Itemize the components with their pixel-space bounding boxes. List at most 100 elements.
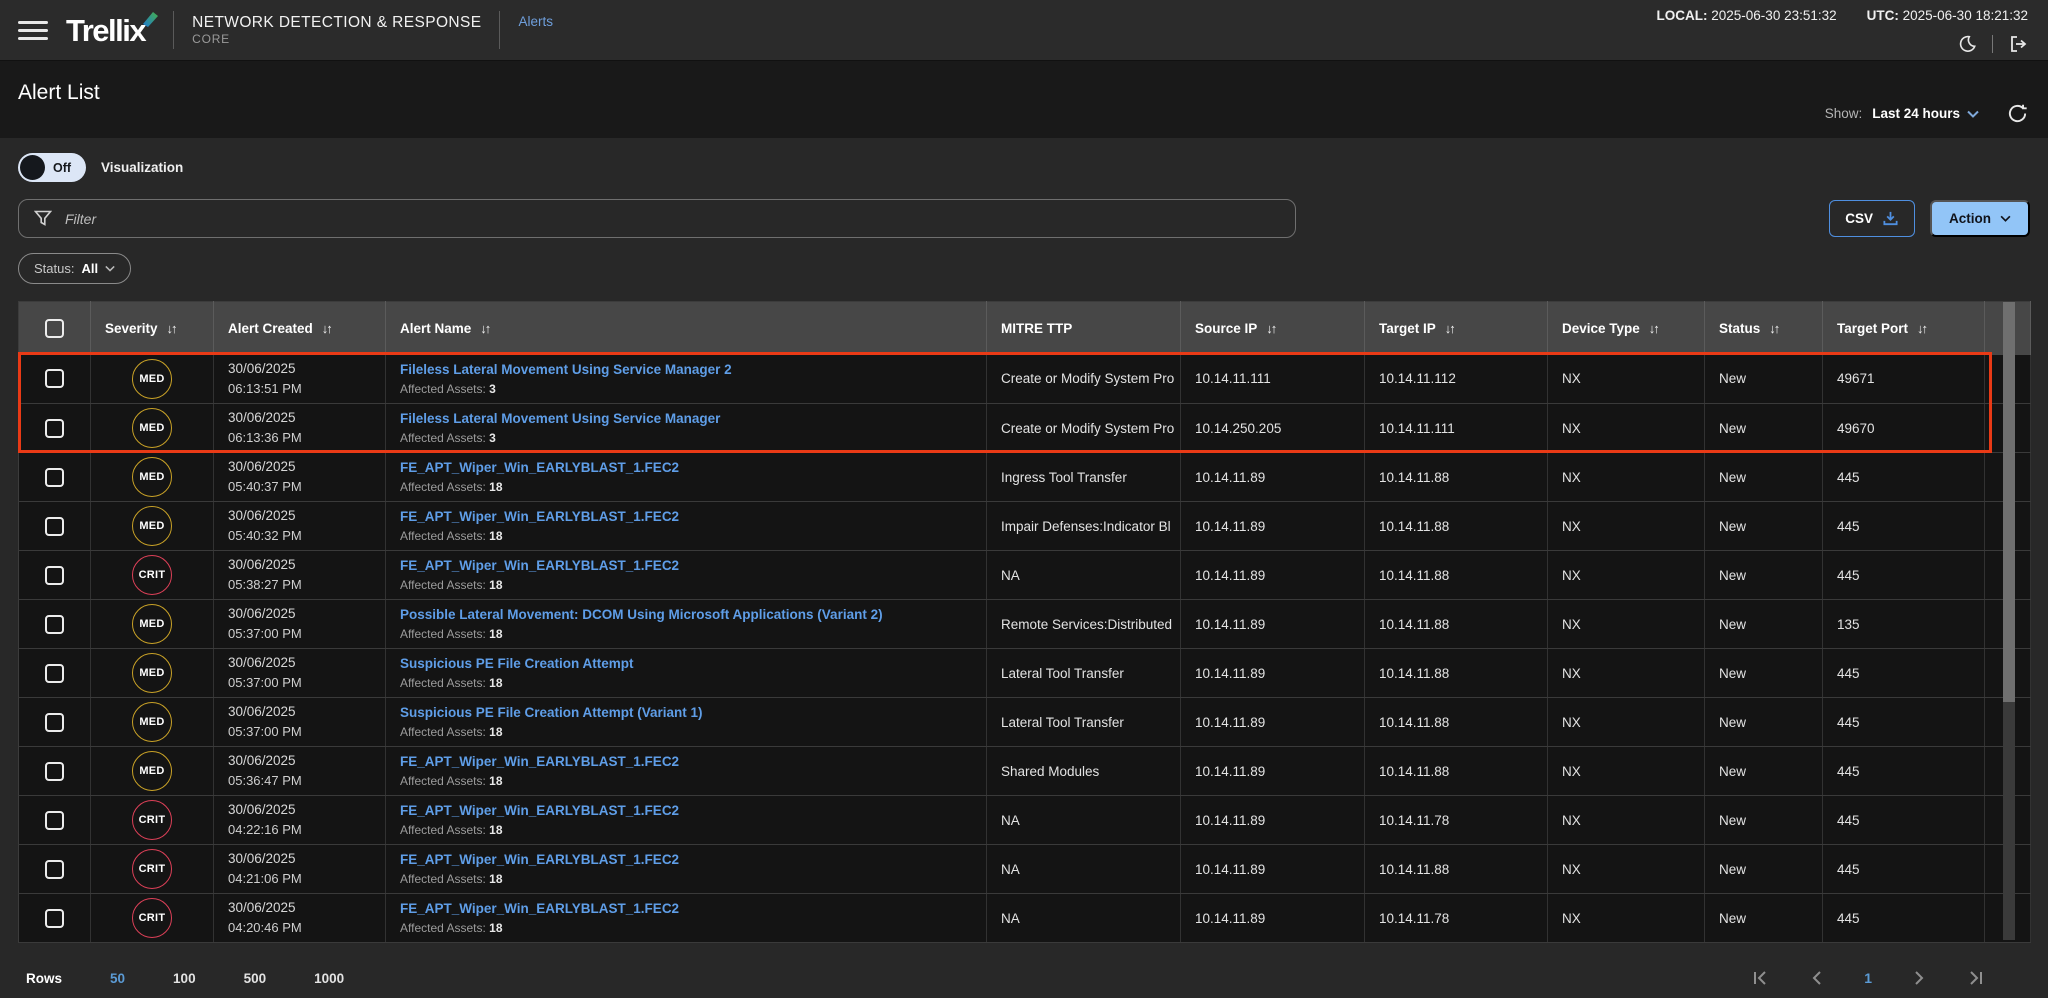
column-label: Alert Created bbox=[228, 321, 313, 336]
table-row[interactable]: MED 30/06/2025 05:40:32 PM FE_APT_Wiper_… bbox=[19, 502, 2031, 551]
alert-name-link[interactable]: FE_APT_Wiper_Win_EARLYBLAST_1.FEC2 bbox=[400, 754, 972, 769]
row-checkbox[interactable] bbox=[45, 762, 64, 781]
refresh-icon[interactable] bbox=[2007, 103, 2028, 124]
table-row[interactable]: CRIT 30/06/2025 04:20:46 PM FE_APT_Wiper… bbox=[19, 894, 2031, 943]
column-header-severity[interactable]: Severity↓↑ bbox=[91, 302, 214, 355]
alert-name-link[interactable]: FE_APT_Wiper_Win_EARLYBLAST_1.FEC2 bbox=[400, 803, 972, 818]
source-ip-cell: 10.14.11.89 bbox=[1181, 796, 1365, 845]
affected-assets-count: 18 bbox=[489, 578, 502, 592]
previous-page-button[interactable] bbox=[1810, 970, 1822, 986]
severity-badge: CRIT bbox=[132, 849, 172, 889]
current-page-number: 1 bbox=[1864, 970, 1872, 986]
time-range-value: Last 24 hours bbox=[1872, 106, 1960, 121]
alert-name-link[interactable]: Fileless Lateral Movement Using Service … bbox=[400, 362, 972, 377]
hamburger-menu-icon[interactable] bbox=[18, 21, 48, 40]
target-ip-cell: 10.14.11.78 bbox=[1365, 796, 1548, 845]
select-all-header bbox=[19, 302, 91, 355]
affected-assets-count: 3 bbox=[489, 431, 496, 445]
alert-name-link[interactable]: FE_APT_Wiper_Win_EARLYBLAST_1.FEC2 bbox=[400, 901, 972, 916]
row-checkbox[interactable] bbox=[45, 369, 64, 388]
status-filter-chip[interactable]: Status: All bbox=[18, 253, 131, 284]
alert-name-link[interactable]: Suspicious PE File Creation Attempt (Var… bbox=[400, 705, 972, 720]
column-header-name[interactable]: Alert Name↓↑ bbox=[386, 302, 987, 355]
row-checkbox[interactable] bbox=[45, 909, 64, 928]
row-checkbox[interactable] bbox=[45, 713, 64, 732]
select-all-checkbox[interactable] bbox=[45, 319, 64, 338]
alert-created-date: 30/06/2025 bbox=[228, 802, 371, 818]
affected-assets: Affected Assets: 18 bbox=[400, 774, 972, 788]
sort-icon[interactable]: ↓↑ bbox=[1917, 321, 1926, 336]
next-page-button[interactable] bbox=[1914, 970, 1926, 986]
row-checkbox[interactable] bbox=[45, 811, 64, 830]
table-row[interactable]: CRIT 30/06/2025 05:38:27 PM FE_APT_Wiper… bbox=[19, 551, 2031, 600]
sort-icon[interactable]: ↓↑ bbox=[1769, 321, 1778, 336]
scrollbar-thumb[interactable] bbox=[2003, 302, 2015, 702]
table-row[interactable]: MED 30/06/2025 05:40:37 PM FE_APT_Wiper_… bbox=[19, 453, 2031, 502]
sort-icon[interactable]: ↓↑ bbox=[1266, 321, 1275, 336]
row-checkbox[interactable] bbox=[45, 615, 64, 634]
severity-badge: MED bbox=[132, 604, 172, 644]
table-row[interactable]: MED 30/06/2025 05:37:00 PM Suspicious PE… bbox=[19, 649, 2031, 698]
column-header-target_ip[interactable]: Target IP↓↑ bbox=[1365, 302, 1548, 355]
sort-icon[interactable]: ↓↑ bbox=[1649, 321, 1658, 336]
table-row[interactable]: MED 30/06/2025 05:37:00 PM Possible Late… bbox=[19, 600, 2031, 649]
alert-created-time: 05:38:27 PM bbox=[228, 577, 371, 593]
table-row[interactable]: MED 30/06/2025 05:36:47 PM FE_APT_Wiper_… bbox=[19, 747, 2031, 796]
filter-bar[interactable] bbox=[18, 199, 1296, 238]
row-checkbox[interactable] bbox=[45, 468, 64, 487]
alert-created-date: 30/06/2025 bbox=[228, 606, 371, 622]
sort-icon[interactable]: ↓↑ bbox=[167, 321, 176, 336]
column-header-device[interactable]: Device Type↓↑ bbox=[1548, 302, 1705, 355]
sort-icon[interactable]: ↓↑ bbox=[480, 321, 489, 336]
visualization-toggle[interactable]: Off bbox=[18, 153, 86, 182]
alert-name-link[interactable]: FE_APT_Wiper_Win_EARLYBLAST_1.FEC2 bbox=[400, 509, 972, 524]
device-type-cell: NX bbox=[1548, 355, 1705, 404]
column-header-source_ip[interactable]: Source IP↓↑ bbox=[1181, 302, 1365, 355]
alert-name-link[interactable]: FE_APT_Wiper_Win_EARLYBLAST_1.FEC2 bbox=[400, 558, 972, 573]
severity-badge: MED bbox=[132, 457, 172, 497]
first-page-button[interactable] bbox=[1752, 970, 1768, 986]
alert-created-time: 04:22:16 PM bbox=[228, 822, 371, 838]
device-type-cell: NX bbox=[1548, 502, 1705, 551]
logout-icon[interactable] bbox=[2008, 34, 2028, 54]
row-checkbox[interactable] bbox=[45, 860, 64, 879]
dark-mode-moon-icon[interactable] bbox=[1957, 34, 1977, 54]
nav-item-alerts[interactable]: Alerts bbox=[518, 14, 553, 29]
sort-icon[interactable]: ↓↑ bbox=[1445, 321, 1454, 336]
alert-created-date: 30/06/2025 bbox=[228, 459, 371, 475]
column-header-port[interactable]: Target Port↓↑ bbox=[1823, 302, 1985, 355]
row-checkbox[interactable] bbox=[45, 664, 64, 683]
rows-per-page-option-500[interactable]: 500 bbox=[244, 971, 267, 986]
action-button[interactable]: Action bbox=[1930, 200, 2030, 237]
rows-per-page-option-1000[interactable]: 1000 bbox=[314, 971, 344, 986]
column-header-status[interactable]: Status↓↑ bbox=[1705, 302, 1823, 355]
affected-assets: Affected Assets: 3 bbox=[400, 431, 972, 445]
row-checkbox[interactable] bbox=[45, 566, 64, 585]
table-row[interactable]: CRIT 30/06/2025 04:21:06 PM FE_APT_Wiper… bbox=[19, 845, 2031, 894]
rows-per-page-option-50[interactable]: 50 bbox=[110, 971, 125, 986]
device-type-cell: NX bbox=[1548, 404, 1705, 453]
sort-icon[interactable]: ↓↑ bbox=[322, 321, 331, 336]
filter-input[interactable] bbox=[65, 211, 1280, 227]
rows-per-page-option-100[interactable]: 100 bbox=[173, 971, 196, 986]
status-cell: New bbox=[1705, 404, 1823, 453]
alert-name-link[interactable]: Possible Lateral Movement: DCOM Using Mi… bbox=[400, 607, 972, 622]
alert-name-link[interactable]: FE_APT_Wiper_Win_EARLYBLAST_1.FEC2 bbox=[400, 460, 972, 475]
table-row[interactable]: MED 30/06/2025 05:37:00 PM Suspicious PE… bbox=[19, 698, 2031, 747]
alert-name-link[interactable]: FE_APT_Wiper_Win_EARLYBLAST_1.FEC2 bbox=[400, 852, 972, 867]
device-type-cell: NX bbox=[1548, 845, 1705, 894]
alert-name-link[interactable]: Suspicious PE File Creation Attempt bbox=[400, 656, 972, 671]
status-cell: New bbox=[1705, 502, 1823, 551]
alert-name-link[interactable]: Fileless Lateral Movement Using Service … bbox=[400, 411, 972, 426]
affected-assets-label: Affected Assets: bbox=[400, 725, 486, 739]
row-checkbox[interactable] bbox=[45, 517, 64, 536]
table-row[interactable]: MED 30/06/2025 06:13:36 PM Fileless Late… bbox=[19, 404, 2031, 453]
time-range-dropdown[interactable]: Last 24 hours bbox=[1872, 106, 1979, 121]
table-row[interactable]: CRIT 30/06/2025 04:22:16 PM FE_APT_Wiper… bbox=[19, 796, 2031, 845]
csv-export-button[interactable]: CSV bbox=[1829, 200, 1915, 237]
last-page-button[interactable] bbox=[1968, 970, 1984, 986]
column-header-created[interactable]: Alert Created ↓↑ bbox=[214, 302, 386, 355]
affected-assets-label: Affected Assets: bbox=[400, 823, 486, 837]
table-row[interactable]: MED 30/06/2025 06:13:51 PM Fileless Late… bbox=[19, 355, 2031, 404]
row-checkbox[interactable] bbox=[45, 419, 64, 438]
